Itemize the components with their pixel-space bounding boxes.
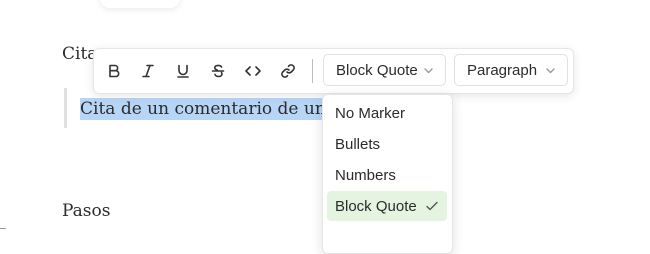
- underline-icon: [177, 64, 189, 78]
- chevron-down-icon: [424, 68, 433, 74]
- underline-button[interactable]: [171, 59, 195, 83]
- link-button[interactable]: [276, 59, 300, 83]
- bold-icon: [109, 64, 120, 78]
- strikethrough-icon: [211, 64, 225, 78]
- previous-element-shadow: [100, 0, 180, 8]
- formatting-toolbar: Block Quote Paragraph: [93, 48, 574, 94]
- link-icon: [281, 64, 295, 78]
- block-type-dropdown-label: Paragraph: [467, 61, 538, 79]
- checkmark-icon: [426, 201, 438, 211]
- code-icon: [245, 66, 261, 76]
- italic-icon: [142, 64, 154, 78]
- menu-item-label: Numbers: [335, 166, 396, 184]
- selected-text: Cita de un comentario de un usu: [80, 98, 362, 120]
- italic-button[interactable]: [136, 59, 160, 83]
- list-type-dropdown[interactable]: Block Quote: [323, 54, 446, 86]
- blockquote-text[interactable]: Cita de un comentario de un usu: [80, 98, 362, 120]
- menu-item-label: Bullets: [335, 135, 381, 153]
- bold-button[interactable]: [102, 59, 126, 83]
- blockquote-bar: [64, 88, 67, 128]
- list-type-dropdown-label: Block Quote: [336, 61, 418, 79]
- menu-item-label: No Marker: [335, 104, 406, 122]
- list-type-menu: No Marker Bullets Numbers Block Quote: [322, 94, 453, 254]
- strikethrough-button[interactable]: [206, 59, 230, 83]
- menu-item-no-marker[interactable]: No Marker: [327, 98, 447, 128]
- code-button[interactable]: [241, 59, 265, 83]
- pasos-heading: Pasos: [62, 201, 111, 221]
- menu-item-numbers[interactable]: Numbers: [327, 160, 447, 190]
- menu-item-bullets[interactable]: Bullets: [327, 129, 447, 159]
- chevron-down-icon: [546, 68, 555, 74]
- block-type-dropdown[interactable]: Paragraph: [454, 54, 568, 86]
- margin-marker: [0, 228, 6, 229]
- menu-item-label: Block Quote: [335, 197, 417, 215]
- toolbar-separator: [312, 59, 313, 83]
- menu-item-block-quote[interactable]: Block Quote: [327, 191, 447, 221]
